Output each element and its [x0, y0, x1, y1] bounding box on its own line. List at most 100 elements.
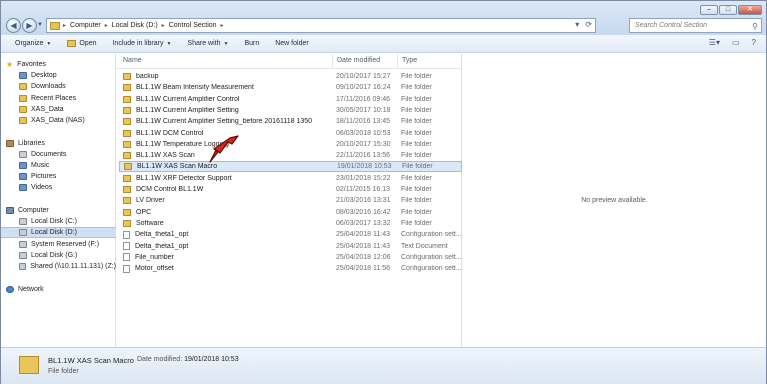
folder-icon	[123, 197, 131, 205]
file-row[interactable]: OPC 08/03/2016 16:42 File folder	[119, 207, 462, 218]
file-row[interactable]: BL1.1W Current Amplifier Control 17/11/20…	[119, 94, 462, 105]
file-row[interactable]: BL1.1W XAS Scan 22/11/2016 13:56 File fold…	[119, 150, 462, 161]
nav-system-reserved-f[interactable]: System Reserved (F:)	[1, 239, 116, 250]
drive-icon	[19, 252, 27, 259]
nav-local-disk-d[interactable]: Local Disk (D:)	[1, 227, 116, 238]
nav-favorites[interactable]: ★ Favorites	[6, 59, 121, 70]
file-type: File folder	[401, 73, 432, 80]
file-type: Text Document	[401, 242, 448, 250]
nav-shared-z[interactable]: Shared (\\10.11.11.131) (Z:)	[1, 261, 116, 272]
file-row[interactable]: BL1.1W Current Amplifier Setting_before …	[119, 116, 462, 127]
folder-icon	[123, 186, 131, 193]
maximize-button[interactable]: □	[719, 5, 737, 15]
nav-label: Recent Places	[31, 95, 77, 102]
nav-recent-places[interactable]: Recent Places	[1, 93, 116, 104]
file-row[interactable]: Software 06/03/2017 13:32 File folder	[119, 218, 462, 229]
breadcrumb-control-section[interactable]: Control Section	[169, 22, 217, 29]
folder-icon	[124, 163, 132, 171]
folder-icon	[19, 117, 27, 124]
search-icon[interactable]: ⚲	[752, 20, 758, 33]
folder-icon	[123, 140, 131, 148]
nav-music[interactable]: Music	[1, 160, 116, 171]
folder-icon	[19, 356, 39, 374]
organize-label: Organize	[15, 40, 44, 47]
dropdown-arrow-icon[interactable]: ▾	[575, 20, 579, 29]
nav-local-disk-g[interactable]: Local Disk (G:)	[1, 250, 116, 261]
file-row[interactable]: BL1.1W XAS Scan Macro 19/01/2018 10:53 Fil…	[119, 161, 462, 173]
breadcrumb-local-disk-d[interactable]: Local Disk (D:)	[112, 22, 158, 29]
change-view-icon[interactable]: ☰▾	[709, 38, 720, 47]
close-button[interactable]: ✕	[738, 5, 762, 15]
nav-downloads[interactable]: Downloads	[1, 81, 116, 92]
address-actions: ▾ ⟳	[575, 20, 592, 29]
chevron-right-icon[interactable]: ▸	[162, 22, 165, 29]
file-row[interactable]: BL1.1W Current Amplifier Setting 30/05/20…	[119, 105, 462, 116]
file-row[interactable]: Delta_theta1_opt 25/04/2018 11:43 Text Doc…	[119, 241, 462, 252]
nav-xas-data[interactable]: XAS_Data	[1, 104, 116, 115]
recent-pages-dropdown[interactable]: ▼	[37, 20, 45, 30]
column-header-name[interactable]: Name	[119, 54, 333, 68]
column-header-type[interactable]: Type	[398, 54, 462, 68]
nav-pictures[interactable]: Pictures	[1, 171, 116, 182]
file-name: BL1.1W Current Amplifier Control	[136, 95, 240, 103]
nav-libraries[interactable]: Libraries	[1, 138, 116, 149]
nav-label: Downloads	[31, 83, 66, 90]
nav-label: Local Disk (C:)	[31, 218, 77, 225]
navigation-pane: ★ Favorites Desktop Downloads Recent Pla…	[1, 54, 116, 347]
nav-videos[interactable]: Videos	[1, 182, 116, 193]
nav-network[interactable]: Network	[1, 284, 116, 295]
file-row[interactable]: BL1.1W Beam Intensity Measurement 09/10/2…	[119, 82, 462, 93]
help-icon[interactable]: ?	[752, 38, 756, 47]
red-arrow-annotation	[209, 135, 239, 163]
file-row[interactable]: backup 20/10/2017 15:27 File folder	[119, 71, 462, 82]
nav-xas-data-nas[interactable]: XAS_Data (NAS)	[1, 115, 116, 126]
address-bar[interactable]: ▸ Computer ▸ Local Disk (D:) ▸ Control S…	[46, 18, 596, 33]
folder-icon	[123, 208, 131, 216]
nav-desktop[interactable]: Desktop	[1, 70, 116, 81]
pictures-icon	[19, 173, 27, 180]
nav-local-disk-c[interactable]: Local Disk (C:)	[1, 216, 116, 227]
include-in-library-button[interactable]: Include in library ▼	[112, 40, 171, 47]
chevron-right-icon[interactable]: ▸	[105, 22, 108, 29]
file-row[interactable]: DCM Control BL1.1W 02/11/2015 16:13 File f…	[119, 184, 462, 195]
file-row[interactable]: BL1.1W XRF Detector Support 23/01/2018 15…	[119, 173, 462, 184]
file-row[interactable]: File_number 25/04/2018 12:06 Configuration…	[119, 252, 462, 263]
file-row[interactable]: BL1.1W DCM Control 06/03/2018 10:53 File f…	[119, 128, 462, 139]
file-row[interactable]: LV Driver 21/03/2016 13:31 File folder	[119, 195, 462, 206]
file-row[interactable]: BL1.1W Temperature Logging 20/10/2017 15:…	[119, 139, 462, 150]
nav-label: Desktop	[31, 72, 57, 79]
nav-label: Favorites	[17, 61, 46, 68]
minimize-button[interactable]: –	[700, 5, 718, 15]
file-row[interactable]: Motor_offset 25/04/2018 11:56 Configuratio…	[119, 263, 462, 274]
file-icon	[123, 264, 130, 273]
file-type: File folder	[402, 163, 433, 171]
file-date: 20/10/2017 15:27	[336, 73, 391, 80]
file-date: 23/01/2018 15:22	[336, 174, 391, 182]
burn-button[interactable]: Burn	[244, 40, 259, 47]
downloads-icon	[19, 83, 27, 90]
chevron-right-icon[interactable]: ▸	[221, 22, 224, 29]
open-label: Open	[79, 40, 97, 47]
file-date: 09/10/2017 16:24	[336, 84, 391, 92]
file-date: 20/10/2017 15:30	[336, 140, 391, 148]
share-with-button[interactable]: Share with ▼	[187, 40, 228, 47]
forward-button[interactable]: ▶	[22, 18, 37, 33]
new-folder-button[interactable]: New folder	[275, 40, 308, 47]
nav-label: Libraries	[18, 140, 45, 147]
nav-computer[interactable]: Computer	[1, 205, 116, 216]
folder-icon	[123, 118, 131, 126]
open-button[interactable]: Open	[67, 40, 96, 47]
preview-pane-icon[interactable]: ▭	[732, 38, 740, 47]
refresh-icon[interactable]: ⟳	[585, 20, 592, 29]
title-bar: – □ ✕ ◀ ▶ ▼ ▸ Computer ▸ Local Disk (D:)…	[1, 1, 766, 35]
file-row[interactable]: Delta_theta1_opt 25/04/2018 11:43 Configur…	[119, 229, 462, 240]
organize-button[interactable]: Organize ▼	[15, 40, 51, 47]
computer-icon	[6, 207, 14, 214]
search-input[interactable]: Search Control Section ⚲	[629, 18, 762, 33]
chevron-right-icon[interactable]: ▸	[63, 22, 66, 29]
nav-documents[interactable]: Documents	[1, 149, 116, 160]
back-button[interactable]: ◀	[6, 18, 21, 33]
column-header-date[interactable]: Date modified	[333, 54, 398, 68]
file-date: 21/03/2016 13:31	[336, 197, 391, 205]
breadcrumb-computer[interactable]: Computer	[70, 22, 101, 29]
